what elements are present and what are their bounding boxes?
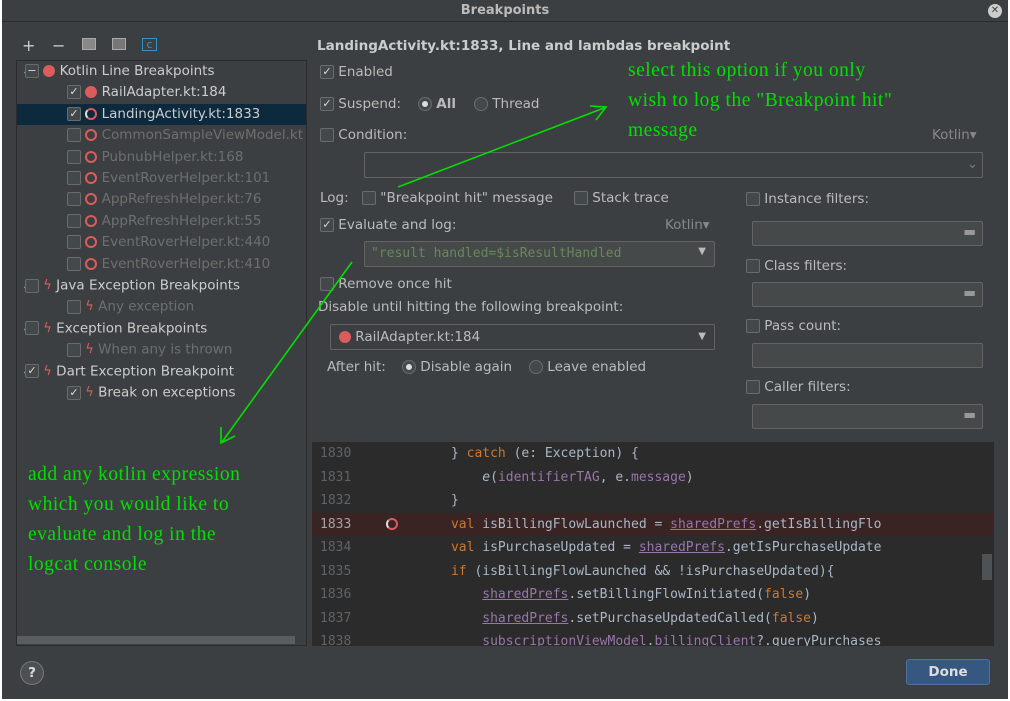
annotation-arrows (220, 105, 608, 445)
arrow-to-notes (221, 261, 353, 443)
arrow-to-log-message (397, 107, 605, 188)
